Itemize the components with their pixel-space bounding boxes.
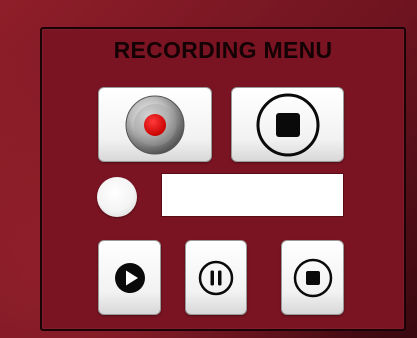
stop-button[interactable] xyxy=(231,87,344,162)
record-button[interactable] xyxy=(98,87,212,162)
panel-title: RECORDING MENU xyxy=(113,37,333,63)
play-icon xyxy=(114,262,145,293)
pause-button[interactable] xyxy=(185,240,247,315)
recording-indicator-light xyxy=(97,177,137,217)
play-button[interactable] xyxy=(98,240,161,315)
time-display xyxy=(161,173,344,217)
recording-menu-panel: RECORDING MENU xyxy=(40,27,406,331)
pause-icon xyxy=(198,260,234,295)
record-icon xyxy=(125,95,185,154)
stop-small-button[interactable] xyxy=(281,240,344,315)
stop-icon xyxy=(293,258,332,297)
stop-icon xyxy=(256,93,319,156)
